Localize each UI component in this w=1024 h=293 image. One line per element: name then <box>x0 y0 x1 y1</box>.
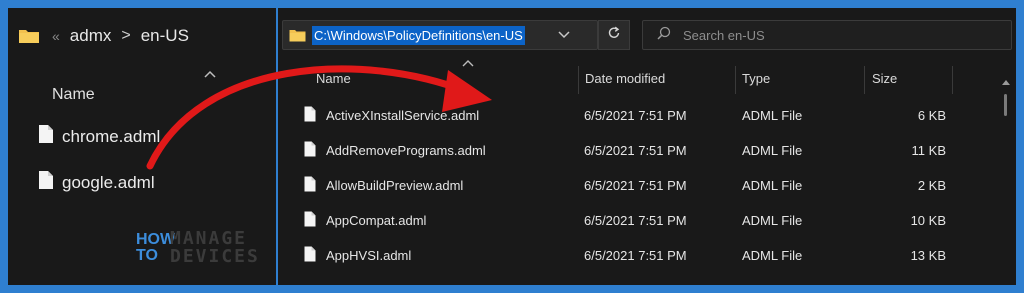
document-icon <box>38 124 54 149</box>
file-type: ADML File <box>742 247 803 263</box>
table-row[interactable]: AddRemovePrograms.adml 6/5/2021 7:51 PM … <box>298 133 988 167</box>
file-name: AppCompat.adml <box>326 212 427 228</box>
watermark-manage-devices: MANAGE DEVICES <box>170 228 260 267</box>
document-icon <box>304 246 316 265</box>
file-date: 6/5/2021 7:51 PM <box>584 247 687 263</box>
scroll-up-icon[interactable] <box>1001 78 1011 88</box>
search-icon <box>657 26 671 45</box>
file-size: 10 KB <box>910 212 946 228</box>
file-item-google[interactable]: google.adml <box>38 170 155 195</box>
address-path-selected[interactable]: C:\Windows\PolicyDefinitions\en-US <box>312 25 525 45</box>
sort-up-icon <box>204 66 216 81</box>
folder-icon <box>289 29 306 42</box>
file-size: 2 KB <box>917 177 946 193</box>
file-date: 6/5/2021 7:51 PM <box>584 107 687 123</box>
document-icon <box>304 106 316 125</box>
breadcrumb-item-admx[interactable]: admx <box>70 26 112 46</box>
file-name: google.adml <box>62 172 155 192</box>
file-name: ActiveXInstallService.adml <box>326 107 480 123</box>
column-header-type[interactable]: Type <box>742 64 770 92</box>
search-input[interactable] <box>683 27 963 43</box>
scrollbar-thumb[interactable] <box>1004 94 1007 116</box>
file-name: chrome.adml <box>62 126 161 146</box>
file-name: AddRemovePrograms.adml <box>326 142 486 158</box>
refresh-icon <box>607 26 621 45</box>
address-bar[interactable]: C:\Windows\PolicyDefinitions\en-US <box>282 20 598 50</box>
vertical-scrollbar[interactable] <box>1002 78 1010 278</box>
column-header-date-modified[interactable]: Date modified <box>585 64 665 92</box>
file-type: ADML File <box>742 107 803 123</box>
column-divider[interactable] <box>864 66 865 94</box>
file-type: ADML File <box>742 177 803 193</box>
file-type: ADML File <box>742 212 803 228</box>
file-name: AllowBuildPreview.adml <box>326 177 464 193</box>
refresh-button[interactable] <box>598 20 630 50</box>
table-row[interactable]: AppCompat.adml 6/5/2021 7:51 PM ADML Fil… <box>298 203 988 237</box>
sort-up-icon <box>462 58 474 70</box>
column-divider[interactable] <box>735 66 736 94</box>
table-row[interactable]: AllowBuildPreview.adml 6/5/2021 7:51 PM … <box>298 168 988 202</box>
right-explorer-pane: C:\Windows\PolicyDefinitions\en-US Name … <box>278 8 1016 285</box>
column-divider[interactable] <box>578 66 579 94</box>
search-box[interactable] <box>642 20 1012 50</box>
file-item-chrome[interactable]: chrome.adml <box>38 124 160 149</box>
file-type: ADML File <box>742 142 803 158</box>
document-icon <box>304 211 316 230</box>
document-icon <box>304 176 316 195</box>
document-icon <box>38 170 54 195</box>
file-date: 6/5/2021 7:51 PM <box>584 212 687 228</box>
left-explorer-pane: « admx > en-US Name chrome.adml google.a… <box>8 8 276 285</box>
document-icon <box>304 141 316 160</box>
file-date: 6/5/2021 7:51 PM <box>584 142 687 158</box>
file-name: AppHVSI.adml <box>326 247 412 263</box>
watermark-logo: HOW TO MANAGE DEVICES <box>136 230 260 266</box>
file-date: 6/5/2021 7:51 PM <box>584 177 687 193</box>
breadcrumb-item-en-us[interactable]: en-US <box>141 26 189 46</box>
table-row[interactable]: ActiveXInstallService.adml 6/5/2021 7:51… <box>298 98 988 132</box>
breadcrumb: « admx > en-US <box>18 22 189 50</box>
table-row[interactable]: AppHVSI.adml 6/5/2021 7:51 PM ADML File … <box>298 238 988 272</box>
column-header-name[interactable]: Name <box>52 86 95 104</box>
column-header-name[interactable]: Name <box>316 64 351 92</box>
file-size: 6 KB <box>917 107 946 123</box>
chevron-down-icon[interactable] <box>558 28 570 42</box>
folder-icon <box>18 28 40 44</box>
watermark-how-to: HOW TO <box>136 231 176 264</box>
column-header-size[interactable]: Size <box>872 64 897 92</box>
file-size: 13 KB <box>910 247 946 263</box>
column-divider[interactable] <box>952 66 953 94</box>
breadcrumb-overflow-icon[interactable]: « <box>52 28 60 44</box>
file-size: 11 KB <box>911 142 946 158</box>
breadcrumb-separator-icon: > <box>121 27 131 44</box>
